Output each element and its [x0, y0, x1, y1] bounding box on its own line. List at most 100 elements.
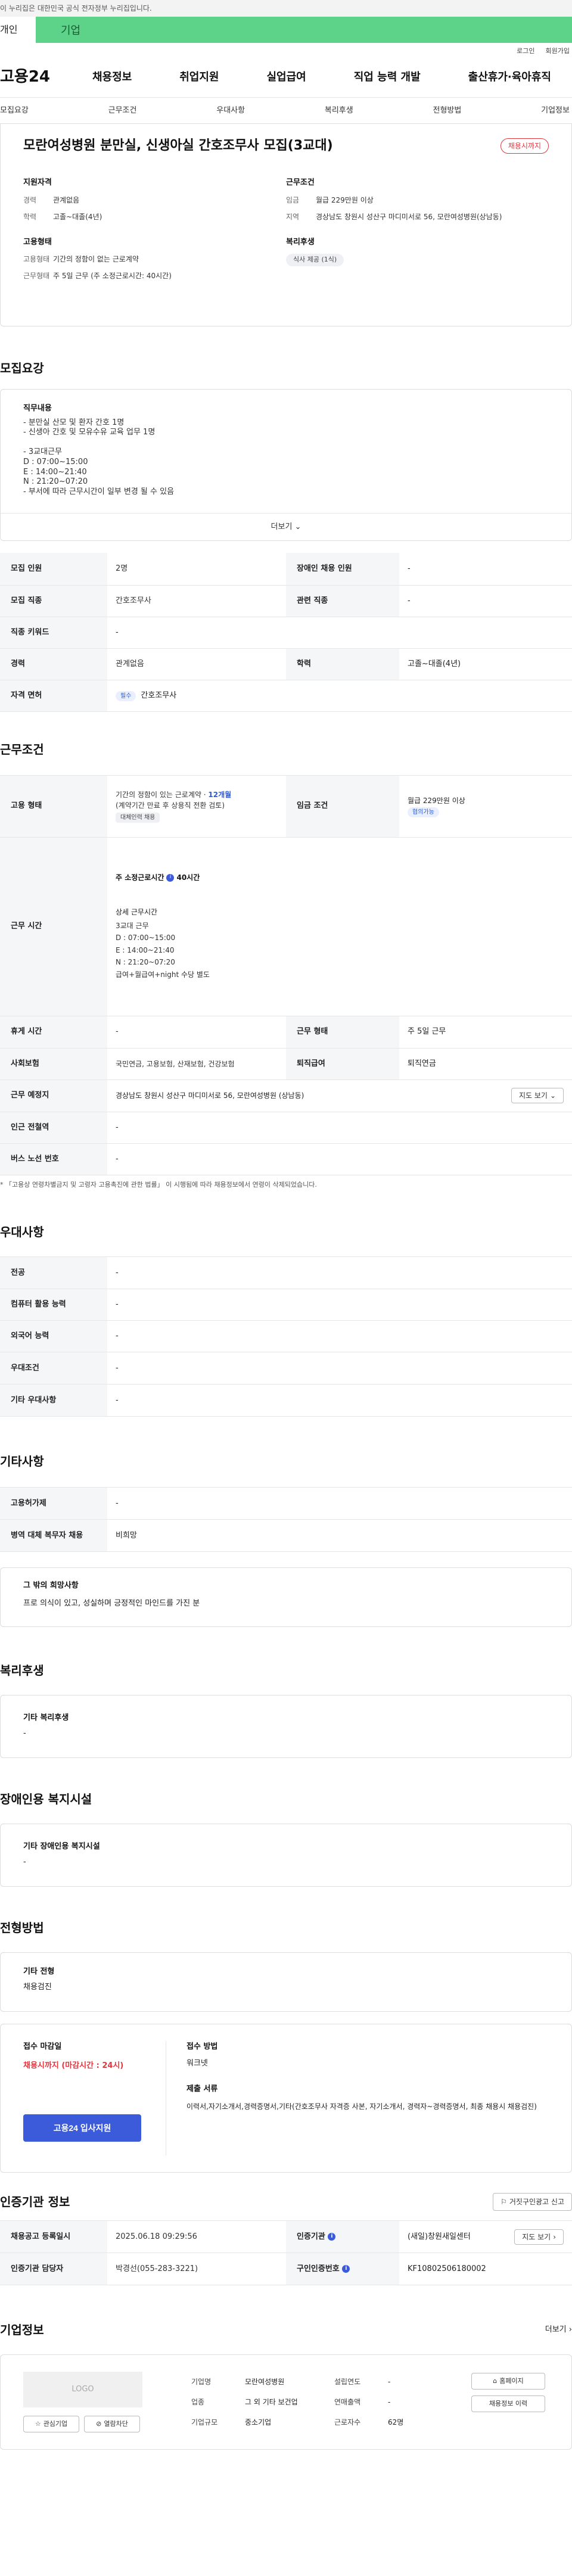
- disab-section-title: 장애인용 복지시설: [0, 1792, 92, 1806]
- qualification-heading: 지원자격: [23, 178, 52, 187]
- other-pref-label: 기타 우대사항: [0, 1384, 107, 1417]
- cert-org-value: (새일)창원새일센터: [408, 2232, 471, 2241]
- nav-vocational-training[interactable]: 직업 능력 개발: [354, 69, 421, 85]
- selection-section-title: 전형방법: [0, 1921, 44, 1935]
- site-logo[interactable]: 고용24: [0, 66, 66, 89]
- anchor-company[interactable]: 기업정보: [541, 105, 570, 117]
- keyword-label: 직종 키워드: [0, 617, 107, 649]
- anchor-recruit[interactable]: 모집요강: [0, 105, 29, 117]
- workplace-cell: 경상남도 창원시 성산구 마디미서로 56, 모란여성병원 (상남동) 지도 보기…: [107, 1079, 572, 1112]
- block-label: 열람차단: [104, 2419, 128, 2428]
- favorite-company-button[interactable]: ☆ 관심기업: [23, 2416, 79, 2432]
- industry-value: 그 외 기타 보건업: [245, 2398, 298, 2406]
- industry-label: 업종: [191, 2398, 205, 2406]
- reg-date-value: 2025.06.18 09:29:56: [107, 2220, 286, 2253]
- company-card: LOGO ☆ 관심기업 ⊘ 열람차단 기업명 모란여성병원 설립연도 - 업종 그 외 기타…: [0, 2354, 572, 2450]
- pref-section-title: 우대사항: [0, 1225, 44, 1239]
- nav-jobs[interactable]: 채용정보: [92, 69, 132, 85]
- tab-company[interactable]: 기업: [36, 17, 572, 43]
- license-cell: 필수 간호조무사: [107, 680, 572, 712]
- duty-heading: 직무내용: [23, 404, 52, 413]
- info-icon[interactable]: i: [328, 2232, 336, 2241]
- related-occupation-value: -: [399, 585, 572, 617]
- method-heading: 접수 방법: [186, 2042, 218, 2051]
- manager-value: 박경선(055-283-3221): [107, 2253, 286, 2285]
- anchor-pref[interactable]: 우대사항: [216, 105, 245, 117]
- meal-benefit-chip: 식사 제공 (1식): [286, 254, 344, 266]
- duty-card: 직무내용 - 분만실 산모 및 환자 간호 1명 - 신생아 간호 및 모유수유…: [0, 389, 572, 541]
- nav-employment-support[interactable]: 취업지원: [179, 69, 219, 85]
- disabled-count-value: -: [399, 553, 572, 586]
- revenue-label: 연매출액: [334, 2398, 361, 2406]
- career-value: 관계없음: [53, 195, 80, 204]
- license-value: 간호조무사: [141, 690, 177, 700]
- insurance-label: 사회보험: [0, 1048, 107, 1080]
- education-row-label: 학력: [286, 648, 399, 680]
- deadline-value: 채용시까지 (마감시간 : 24시): [23, 2061, 124, 2070]
- work-form-value: 주 5일 근무: [399, 1016, 572, 1049]
- block-company-button[interactable]: ⊘ 열람차단: [84, 2416, 140, 2432]
- tab-personal[interactable]: 개인: [0, 17, 36, 43]
- job-history-button[interactable]: 채용정보 이력: [471, 2395, 545, 2412]
- company-size-label: 기업규모: [191, 2418, 218, 2426]
- anchor-welfare[interactable]: 복리후생: [325, 105, 353, 117]
- disab-card: 기타 장애인용 복지시설 -: [0, 1824, 572, 1887]
- star-icon: ☆: [35, 2419, 41, 2428]
- nav-unemployment-benefit[interactable]: 실업급여: [267, 69, 306, 85]
- bus-label: 버스 노선 번호: [0, 1143, 107, 1175]
- recruit-table: 모집 인원 2명 장애인 채용 인원 - 모집 직종 간호조무사 관련 직종 - 직종 키워…: [0, 553, 572, 712]
- cert-org-label: 인증기관: [297, 2232, 325, 2241]
- work-form-label: 근무 형태: [286, 1016, 399, 1049]
- homepage-button[interactable]: ⌂ 홈페이지: [471, 2373, 545, 2390]
- computer-label: 컴퓨터 활용 능력: [0, 1289, 107, 1321]
- wage-cond-value: 월급 229만원 이상: [408, 796, 465, 805]
- welfare-section-title: 복리후생: [0, 1663, 44, 1678]
- chevron-right-icon: ›: [553, 2232, 556, 2241]
- workplace-map-button[interactable]: 지도 보기 ⌄: [511, 1088, 564, 1103]
- deadline-heading: 접수 마감일: [23, 2042, 62, 2051]
- work-table: 고용 형태 기간의 정함이 있는 근로계약 · 12개월 (계약기간 만료 후 …: [0, 774, 572, 1175]
- company-more-link[interactable]: 더보기 ›: [545, 2324, 572, 2336]
- break-value: -: [107, 1016, 286, 1049]
- nav-maternity-leave[interactable]: 출산휴가·육아휴직: [468, 69, 551, 85]
- founded-value: -: [388, 2378, 391, 2386]
- manager-label: 인증기관 담당자: [0, 2253, 107, 2285]
- apply-button[interactable]: 고용24 입사지원: [23, 2114, 141, 2142]
- education-row-value: 고졸~대졸(4년): [399, 648, 572, 680]
- job-history-label: 채용정보 이력: [489, 2399, 528, 2407]
- wish-value: 프로 의식이 있고, 성실하며 긍정적인 마인드를 가진 분: [23, 1598, 200, 1608]
- gov-notice-text: 이 누리집은 대한민국 공식 전자정부 누리집입니다.: [0, 4, 152, 13]
- insurance-value: 국민연금, 고용보험, 산재보험, 건강보험: [107, 1048, 286, 1080]
- wish-card: 그 밖의 희망사항 프로 의식이 있고, 성실하며 긍정적인 마인드를 가진 분: [0, 1567, 572, 1627]
- company-logo-placeholder: LOGO: [23, 2372, 142, 2407]
- emp-type-value: 기간의 정함이 있는 근로계약 ·: [116, 790, 209, 799]
- workplace-label: 근무 예정지: [0, 1079, 107, 1112]
- duty-more-button[interactable]: 더보기 ⌄: [1, 513, 571, 540]
- language-label: 외국어 능력: [0, 1320, 107, 1352]
- info-icon[interactable]: i: [342, 2264, 350, 2273]
- login-link[interactable]: 로그인: [517, 46, 534, 57]
- map-button-label: 지도 보기: [518, 1091, 548, 1100]
- company-name-label: 기업명: [191, 2378, 212, 2386]
- retirement-value: 퇴직연금: [399, 1048, 572, 1080]
- chevron-down-icon: ⌄: [294, 522, 301, 531]
- section-anchor-tabs: 모집요강 근무조건 우대사항 복리후생 전형방법 기업정보: [0, 98, 572, 124]
- info-icon[interactable]: i: [166, 873, 175, 882]
- wish-heading: 그 밖의 희망사항: [23, 1581, 79, 1590]
- agency-map-button[interactable]: 지도 보기 ›: [514, 2229, 564, 2245]
- global-nav: 고용24 채용정보 취업지원 실업급여 직업 능력 개발 출산휴가·육아휴직: [0, 57, 572, 98]
- work-time-label: 근무 시간: [0, 837, 107, 1016]
- anchor-work[interactable]: 근무조건: [108, 105, 137, 117]
- agency-section-title: 인증기관 정보: [0, 2195, 70, 2209]
- duty-content: - 분만실 산모 및 환자 간호 1명 - 신생아 간호 및 모유수유 교육 업…: [23, 418, 175, 496]
- report-fake-ad-button[interactable]: ⚐ 거짓구인광고 신고: [493, 2193, 572, 2211]
- docs-heading: 제출 서류: [186, 2085, 218, 2093]
- anchor-selection[interactable]: 전형방법: [433, 105, 462, 117]
- apply-card: 접수 마감일 채용시까지 (마감시간 : 24시) 고용24 입사지원 접수 방…: [0, 2024, 572, 2173]
- computer-value: -: [107, 1289, 572, 1321]
- cert-no-label-cell: 구인인증번호 i: [286, 2253, 399, 2285]
- conditions-heading: 근무조건: [286, 178, 315, 187]
- wage-cond-cell: 월급 229만원 이상 협의가능: [399, 775, 572, 838]
- signup-link[interactable]: 회원가입: [546, 46, 570, 57]
- location-label: 지역: [286, 212, 300, 221]
